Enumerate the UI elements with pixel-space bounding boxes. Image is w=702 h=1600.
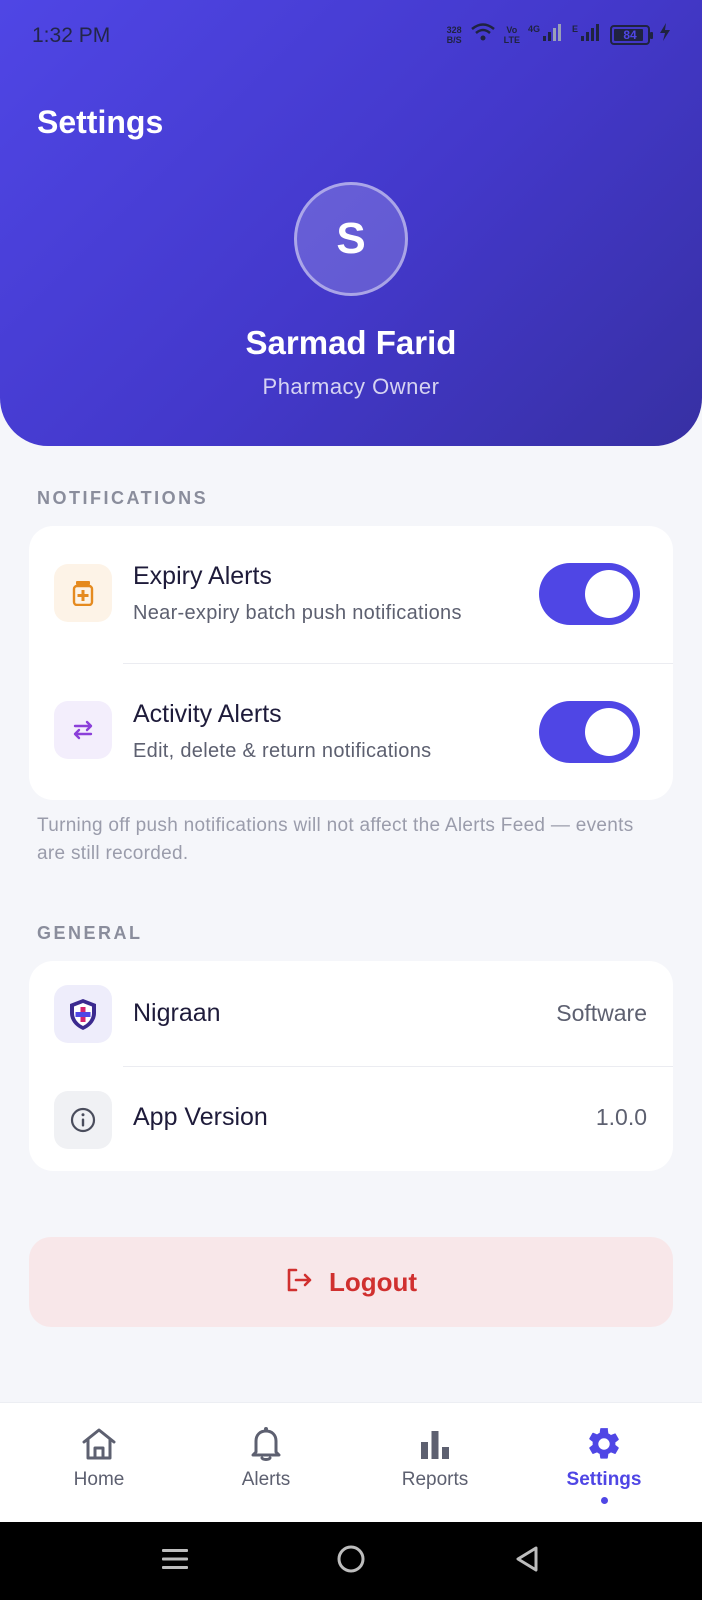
- user-role: Pharmacy Owner: [262, 374, 440, 399]
- nav-settings-label: Settings: [566, 1469, 642, 1490]
- notifications-note: Turning off push notifications will not …: [37, 815, 634, 864]
- expiry-alerts-row[interactable]: Expiry Alerts Near-expiry batch push not…: [29, 526, 673, 664]
- home-circle-icon[interactable]: [336, 1544, 366, 1579]
- home-icon: [81, 1425, 117, 1463]
- general-section-label: GENERAL: [37, 923, 143, 943]
- status-time: 1:32 PM: [32, 24, 111, 47]
- nav-settings[interactable]: Settings: [516, 1403, 692, 1523]
- logout-icon: [285, 1267, 313, 1298]
- signal-2-label: E: [571, 24, 578, 34]
- nigraan-value: Software: [556, 1000, 647, 1026]
- back-triangle-icon[interactable]: [512, 1544, 542, 1579]
- notifications-card: Expiry Alerts Near-expiry batch push not…: [29, 526, 673, 800]
- battery-icon: 84: [610, 24, 653, 45]
- swap-arrows-icon: [54, 701, 112, 759]
- recent-apps-icon[interactable]: [160, 1544, 190, 1579]
- user-name: Sarmad Farid: [245, 324, 457, 361]
- info-icon: [54, 1091, 112, 1149]
- signal-1-label: 4G: [527, 24, 540, 34]
- profile-header: 1:32 PM 328 B/S Vo LTE 4G E 84 Settings …: [0, 0, 702, 446]
- logout-label: Logout: [328, 1266, 418, 1297]
- nigraan-row[interactable]: Nigraan Software: [29, 961, 673, 1067]
- network-speed: 328 B/S: [446, 24, 462, 45]
- nigraan-title: Nigraan: [133, 999, 221, 1027]
- system-nav-bar: [0, 1522, 702, 1600]
- bell-icon: [250, 1425, 282, 1463]
- medicine-bottle-icon: [54, 564, 112, 622]
- app-version-title: App Version: [133, 1103, 268, 1131]
- signal-icon: [542, 22, 564, 47]
- nav-home-label: Home: [73, 1469, 125, 1490]
- volte-indicator: Vo LTE: [503, 24, 520, 45]
- active-indicator-dot: [600, 1497, 608, 1504]
- shield-logo-icon: [54, 985, 112, 1043]
- activity-alerts-toggle[interactable]: [539, 701, 640, 763]
- status-icons: 328 B/S Vo LTE 4G E 84: [447, 22, 672, 47]
- expiry-alerts-subtitle: Near-expiry batch push notifications: [133, 602, 462, 624]
- bar-chart-icon: [419, 1425, 451, 1463]
- expiry-alerts-title: Expiry Alerts: [133, 562, 272, 590]
- status-bar: 1:32 PM 328 B/S Vo LTE 4G E 84: [0, 0, 702, 72]
- toggle-knob: [585, 570, 633, 618]
- nav-alerts[interactable]: Alerts: [178, 1403, 354, 1523]
- nav-reports[interactable]: Reports: [347, 1403, 523, 1523]
- app-version-value: 1.0.0: [595, 1104, 647, 1130]
- charging-icon: [658, 22, 672, 47]
- gear-icon: [585, 1425, 623, 1463]
- general-card: Nigraan Software App Version 1.0.0: [29, 961, 673, 1171]
- notifications-section-label: NOTIFICATIONS: [37, 488, 209, 508]
- battery-level: 84: [623, 27, 637, 42]
- activity-alerts-title: Activity Alerts: [133, 700, 282, 728]
- activity-alerts-subtitle: Edit, delete & return notifications: [133, 740, 432, 762]
- expiry-alerts-toggle[interactable]: [539, 563, 640, 625]
- toggle-knob: [585, 708, 633, 756]
- logout-button[interactable]: Logout: [29, 1237, 673, 1327]
- page-title: Settings: [37, 104, 164, 140]
- nav-home[interactable]: Home: [11, 1403, 187, 1523]
- nav-alerts-label: Alerts: [241, 1469, 291, 1490]
- activity-alerts-row[interactable]: Activity Alerts Edit, delete & return no…: [29, 664, 673, 800]
- bottom-nav: Home Alerts Reports Settings: [0, 1402, 702, 1522]
- app-version-row: App Version 1.0.0: [29, 1067, 673, 1171]
- nav-reports-label: Reports: [401, 1469, 469, 1490]
- wifi-icon: [470, 22, 496, 47]
- signal-icon: [580, 22, 602, 47]
- avatar: S: [294, 182, 408, 296]
